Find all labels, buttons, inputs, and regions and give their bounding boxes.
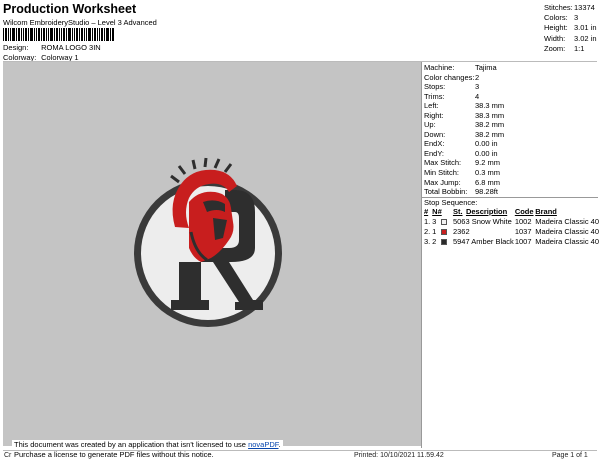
page-title: Production Worksheet xyxy=(3,2,137,16)
design-preview xyxy=(3,62,421,446)
machine-row: Down: 38.2 mm xyxy=(424,129,505,139)
table-header-row: # N# St. Description Code Brand xyxy=(424,207,600,216)
column-header: St. xyxy=(452,207,463,216)
machine-row: Min Stitch: 0.3 mm xyxy=(424,168,501,178)
machine-row: Total Bobbin: 98.28ft xyxy=(424,187,498,197)
divider xyxy=(3,450,597,451)
stat-row: Colors: 3 xyxy=(544,13,579,23)
design-row: Design: ROMA LOGO 3IN xyxy=(3,43,101,52)
embroidery-logo xyxy=(134,157,282,327)
footer-left: Cr xyxy=(4,452,12,459)
stat-row: Zoom: 1:1 xyxy=(544,43,585,53)
machine-row: Right: 38.3 mm xyxy=(424,110,505,120)
column-header: Brand xyxy=(535,207,557,216)
software-name: Wilcom EmbroideryStudio – Level 3 Advanc… xyxy=(3,18,157,27)
column-header: Description xyxy=(465,207,508,216)
barcode xyxy=(3,28,114,41)
machine-row: EndY: 0.00 in xyxy=(424,148,498,158)
design-value: ROMA LOGO 3IN xyxy=(41,43,101,52)
column-header: N# xyxy=(432,207,442,216)
machine-row: Up: 38.2 mm xyxy=(424,120,505,130)
machine-row: Machine: Tajima xyxy=(424,63,497,72)
column-header: Code xyxy=(514,207,534,216)
stop-sequence-table: # N# St. Description Code Brand 1. 3 506… xyxy=(424,207,600,246)
printed-date: Printed: 10/10/2021 11.59.42 xyxy=(354,452,444,459)
divider xyxy=(421,62,422,448)
column-header: # xyxy=(424,207,429,216)
stat-row: Height: 3.01 in xyxy=(544,23,597,33)
thread-swatch xyxy=(440,228,447,235)
table-row: 1. 3 5063 Snow White 1002 Madeira Classi… xyxy=(424,216,599,226)
machine-row: Max Jump: 6.8 mm xyxy=(424,177,501,187)
novapdf-link[interactable]: novaPDF xyxy=(248,440,278,449)
machine-row: Max Stitch: 9.2 mm xyxy=(424,158,501,168)
machine-row: Trims: 4 xyxy=(424,91,480,101)
machine-info: Machine: Tajima Color changes:2 Stops: 3 T… xyxy=(424,63,504,197)
thread-swatch xyxy=(440,218,447,225)
table-row: 2. 1 2362 1037 Madeira Classic 40 xyxy=(424,226,599,236)
design-stats: Stitches:13374 Colors: 3 Height: 3.01 in W… xyxy=(544,3,597,54)
machine-row: Color changes:2 xyxy=(424,72,480,82)
thread-swatch xyxy=(440,238,447,245)
page-number: Page 1 of 1 xyxy=(552,452,588,459)
machine-row: EndX: 0.00 in xyxy=(424,139,498,149)
design-label: Design: xyxy=(3,43,29,52)
machine-row: Stops: 3 xyxy=(424,82,480,92)
stop-sequence-title: Stop Sequence: xyxy=(424,198,478,207)
stat-row: Stitches:13374 xyxy=(544,3,595,12)
machine-row: Left: 38.3 mm xyxy=(424,101,505,111)
stat-row: Width: 3.02 in xyxy=(544,33,597,43)
table-row: 3. 2 5947 Amber Black 1007 Madeira Class… xyxy=(424,236,599,246)
